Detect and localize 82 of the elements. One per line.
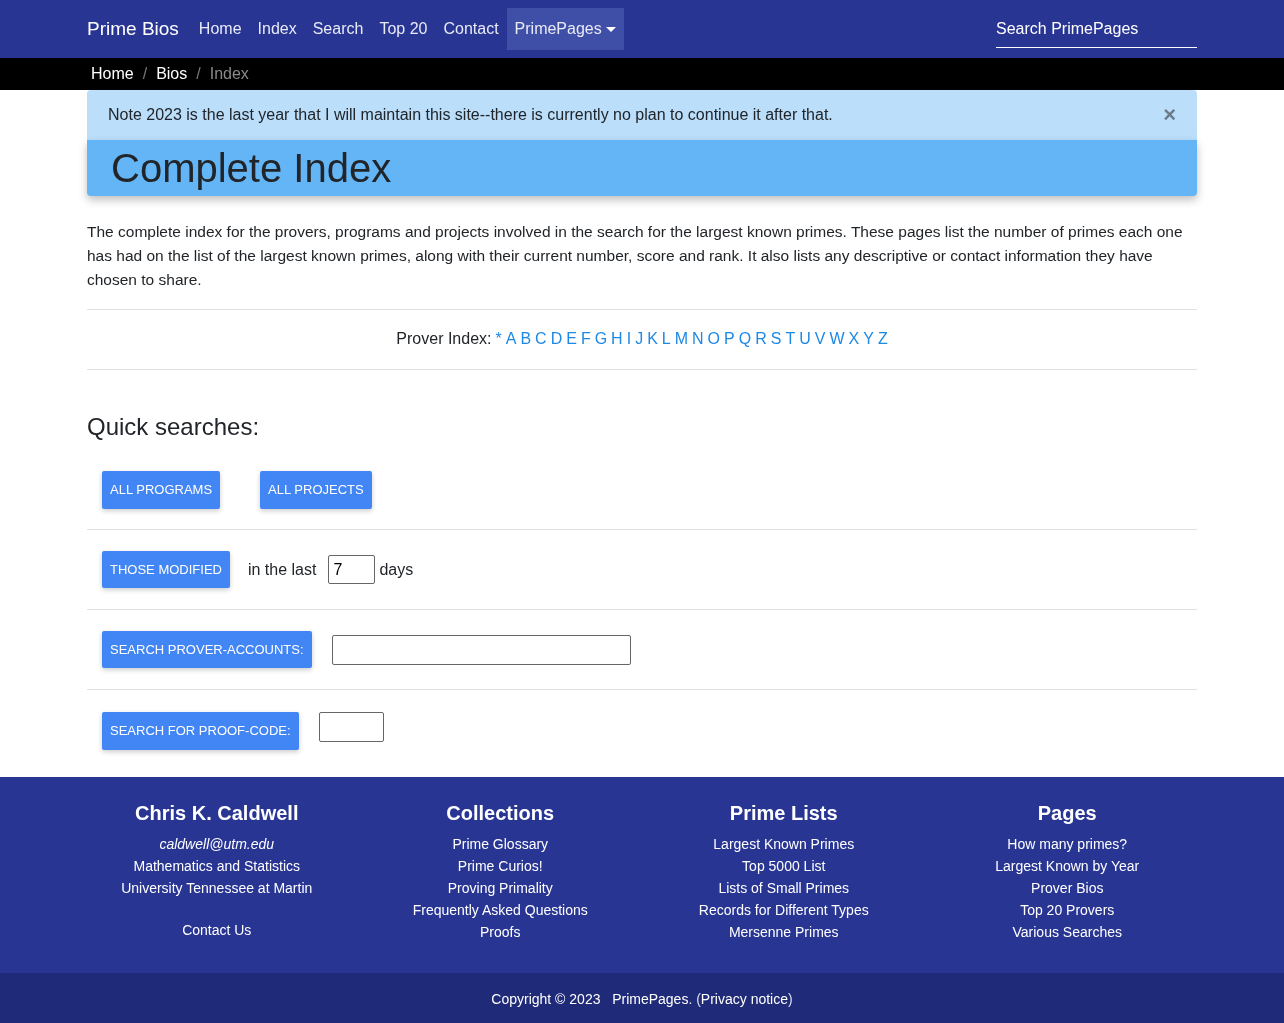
letter-link[interactable]: I xyxy=(626,330,632,347)
footer-link[interactable]: Mersenne Primes xyxy=(728,922,839,943)
letter-link[interactable]: Z xyxy=(877,330,888,347)
nav-link[interactable]: Top 20 xyxy=(371,8,436,50)
letter-link[interactable]: R xyxy=(755,330,767,347)
letter-link[interactable]: L xyxy=(661,330,671,347)
letter-link[interactable]: N xyxy=(692,330,704,347)
section-heading: Quick searches: xyxy=(87,413,261,441)
footer-link[interactable]: Prime Curios! xyxy=(457,856,543,877)
input-field[interactable] xyxy=(331,634,631,665)
letter-link[interactable]: W xyxy=(829,330,845,347)
letter-link[interactable]: E xyxy=(566,330,577,347)
footer-heading: Chris K. Caldwell xyxy=(134,801,300,826)
letter-link[interactable]: X xyxy=(848,330,860,347)
letter-link[interactable]: U xyxy=(799,330,811,347)
letter-link[interactable]: D xyxy=(550,330,563,347)
footer-link[interactable]: Prover Bios xyxy=(1031,878,1104,899)
letter-link[interactable]: S xyxy=(770,330,782,347)
letter-link[interactable]: F xyxy=(580,330,591,347)
search-button[interactable]: THOSE MODIFIED xyxy=(102,550,230,589)
footer-link[interactable]: Top 5000 List xyxy=(742,856,826,877)
footer-link[interactable]: Various Searches xyxy=(1012,922,1122,943)
footer-link[interactable]: Prime Glossary xyxy=(452,834,549,855)
breadcrumb-current: Index xyxy=(209,64,249,84)
close-button[interactable]: × xyxy=(1163,104,1176,126)
notice-text: Note 2023 is the last year that I will maintain this site--there is currently no plan to continue it after that. xyxy=(108,105,833,125)
breadcrumb-link[interactable]: Bios xyxy=(156,62,188,86)
footer-text: Mathematics and Statistics xyxy=(133,857,300,876)
nav-link[interactable]: Contact xyxy=(435,8,507,50)
breadcrumb-separator: / xyxy=(142,64,148,84)
days-field[interactable]: 7 xyxy=(328,555,376,584)
footer-heading: Collections xyxy=(445,801,556,826)
search-button[interactable]: SEARCH PROVER-ACCOUNTS: xyxy=(102,630,312,669)
search-button[interactable]: ALL PROGRAMS xyxy=(102,471,221,509)
prover-index-label: Prover Index: xyxy=(396,330,492,347)
letter-link[interactable]: O xyxy=(707,330,721,347)
letter-link[interactable]: Y xyxy=(863,330,874,347)
letter-link[interactable]: B xyxy=(520,330,532,347)
copyright-text: Copyright © 2023 PrimePages. (Privacy notice) xyxy=(491,990,793,1009)
page-title: Complete Index xyxy=(111,145,393,192)
email-link[interactable]: caldwell@utm.edu xyxy=(159,834,275,855)
input-field[interactable] xyxy=(318,712,384,742)
letter-link[interactable]: T xyxy=(785,330,796,347)
letter-link[interactable]: J xyxy=(635,330,644,347)
nav-link[interactable]: Index xyxy=(249,8,305,50)
footer-heading: Prime Lists xyxy=(728,801,839,826)
footer-link[interactable]: How many primes? xyxy=(1007,834,1128,855)
breadcrumb-link[interactable]: Home xyxy=(91,62,134,86)
letter-link[interactable]: * xyxy=(495,330,502,347)
nav-link[interactable]: Search xyxy=(304,8,372,50)
site-brand[interactable]: Prime Bios xyxy=(87,14,179,44)
footer-link[interactable]: Contact Us xyxy=(182,920,252,941)
footer-link[interactable]: Frequently Asked Questions xyxy=(412,900,588,921)
label-text: days xyxy=(379,559,414,580)
footer-text: University Tennessee at Martin xyxy=(121,879,313,898)
footer-link[interactable]: Proofs xyxy=(480,922,521,943)
footer-link[interactable]: Lists of Small Primes xyxy=(718,878,850,899)
search-field[interactable]: Search PrimePages xyxy=(996,10,1197,48)
privacy-link[interactable]: Privacy notice xyxy=(700,991,788,1007)
letter-link[interactable]: G xyxy=(594,330,608,347)
footer-link[interactable]: Top 20 Provers xyxy=(1020,900,1115,921)
intro-paragraph: The complete index for the provers, programs and projects involved in the search for the largest known primes. These pages list the number of primes each one has had on the list of the largest known primes, along with their current number, score and rank. It also lists any descriptive or contact information they have chosen to share. xyxy=(87,222,1184,290)
letter-link[interactable]: C xyxy=(535,330,547,347)
footer-link[interactable]: Largest Known Primes xyxy=(713,834,855,855)
caret-icon xyxy=(605,27,616,33)
letter-link[interactable]: Q xyxy=(738,330,752,347)
footer-link[interactable]: Proving Primality xyxy=(447,878,553,899)
dropdown-menu-link[interactable]: PrimePages xyxy=(506,8,624,50)
search-button[interactable]: ALL PROJECTS xyxy=(260,471,372,509)
search-button[interactable]: SEARCH FOR PROOF-CODE: xyxy=(102,712,299,750)
breadcrumb-separator: / xyxy=(196,64,201,84)
footer-link[interactable]: Largest Known by Year xyxy=(995,856,1140,877)
letter-link[interactable]: M xyxy=(674,330,689,347)
footer-heading: Pages xyxy=(1036,801,1098,826)
letter-link[interactable]: V xyxy=(814,330,826,347)
letter-link[interactable]: A xyxy=(505,330,517,347)
letter-link[interactable]: P xyxy=(724,330,735,347)
nav-link[interactable]: Home xyxy=(190,8,250,50)
label-text: in the last xyxy=(247,559,317,580)
letter-link[interactable]: K xyxy=(647,330,658,347)
footer-link[interactable]: Records for Different Types xyxy=(698,900,869,921)
letter-link[interactable]: H xyxy=(611,330,623,347)
